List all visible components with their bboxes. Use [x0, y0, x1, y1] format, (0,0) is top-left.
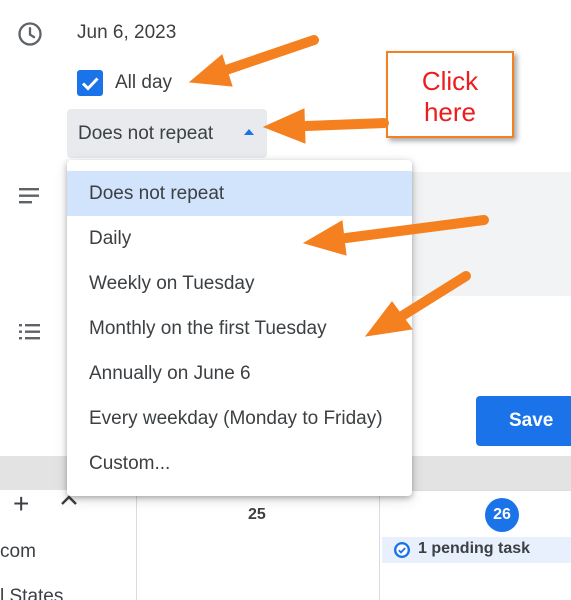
grid-divider [136, 490, 137, 600]
callout-text-line1: Click [421, 66, 479, 96]
menu-item-daily[interactable]: Daily [67, 216, 412, 261]
menu-item-annually[interactable]: Annually on June 6 [67, 351, 412, 396]
event-date[interactable]: Jun 6, 2023 [77, 22, 176, 44]
all-day-label: All day [115, 72, 173, 93]
callout-text-line2: here [423, 97, 477, 127]
repeat-options-menu: Does not repeat Daily Weekly on Tuesday … [67, 160, 412, 496]
pending-task-label: 1 pending task [418, 540, 531, 557]
checkmark-icon [81, 77, 99, 91]
add-icon[interactable]: + [13, 490, 29, 518]
menu-item-weekly[interactable]: Weekly on Tuesday [67, 261, 412, 306]
description-field[interactable] [410, 172, 571, 296]
description-icon [19, 188, 39, 204]
task-list-icon [19, 324, 40, 340]
repeat-dropdown-value: Does not repeat [78, 123, 214, 144]
annotation-callout: Click here [386, 51, 514, 138]
task-check-icon [394, 542, 410, 558]
menu-item-does-not-repeat[interactable]: Does not repeat [67, 171, 412, 216]
menu-item-monthly[interactable]: Monthly on the first Tuesday [67, 306, 412, 351]
pending-task-chip[interactable]: 1 pending task [382, 537, 571, 563]
menu-item-custom[interactable]: Custom... [67, 441, 412, 486]
account-email: com [0, 541, 36, 562]
all-day-checkbox[interactable] [77, 70, 103, 96]
save-button[interactable]: Save [476, 396, 571, 446]
clock-icon [18, 22, 42, 46]
grid-divider [379, 490, 380, 600]
day-number-25[interactable]: 25 [248, 506, 266, 524]
menu-item-every-weekday[interactable]: Every weekday (Monday to Friday) [67, 396, 412, 441]
repeat-dropdown[interactable]: Does not repeat [67, 109, 267, 158]
day-number-26: 26 [493, 506, 511, 523]
caret-up-icon [244, 129, 254, 135]
account-country: l States [0, 586, 64, 600]
today-indicator[interactable]: 26 [485, 498, 519, 532]
